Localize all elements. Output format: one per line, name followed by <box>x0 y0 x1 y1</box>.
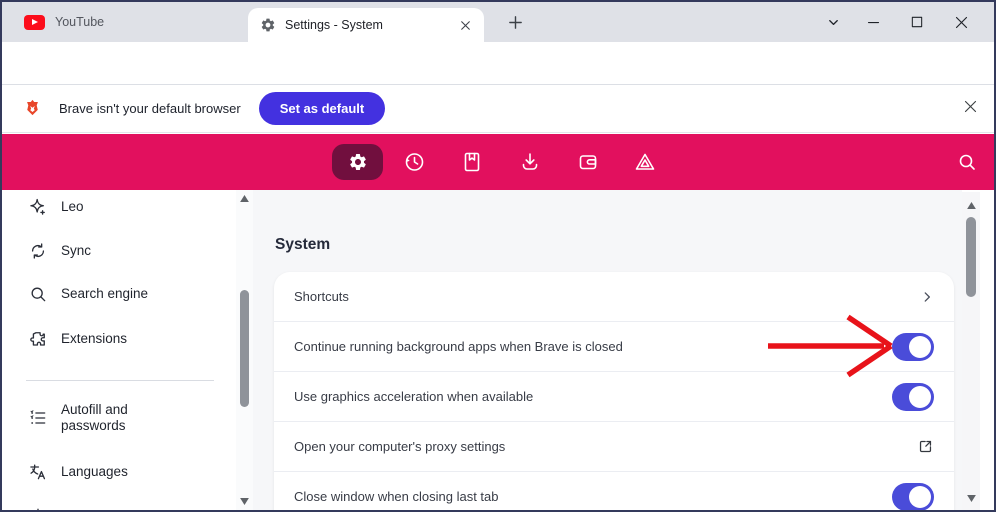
search-icon <box>28 284 48 304</box>
maximize-button[interactable] <box>897 2 937 42</box>
wallet-icon[interactable] <box>576 150 600 174</box>
scroll-down-icon[interactable] <box>962 495 980 502</box>
sidebar-divider <box>26 380 214 381</box>
tab-close-icon[interactable] <box>459 19 472 32</box>
window-close-button[interactable] <box>941 2 981 42</box>
sidebar-item-languages[interactable]: Languages <box>28 462 228 482</box>
settings-header <box>2 134 994 190</box>
settings-nav-settings-selected[interactable] <box>332 144 383 180</box>
new-tab-button[interactable] <box>507 14 524 31</box>
minimize-button[interactable] <box>853 2 893 42</box>
settings-content: System Shortcuts Continue running backgr… <box>253 190 962 510</box>
close-window-toggle[interactable] <box>892 482 934 510</box>
default-browser-infobar: Brave isn't your default browser Set as … <box>2 85 994 133</box>
puzzle-icon <box>28 329 48 349</box>
row-close-window-last-tab[interactable]: Close window when closing last tab <box>274 472 954 510</box>
translate-icon <box>28 462 48 482</box>
toggle-knob <box>909 385 931 408</box>
tab-youtube[interactable]: YouTube <box>18 2 110 42</box>
row-graphics-acceleration[interactable]: Use graphics acceleration when available <box>274 372 954 422</box>
toggle-knob <box>909 335 931 358</box>
page-title: System <box>275 236 331 253</box>
sidebar-item-search-engine[interactable]: Search engine <box>28 284 228 304</box>
settings-sidebar: Leo Sync Search engine Extensions Autofi… <box>2 190 236 510</box>
chevron-right-icon[interactable] <box>920 290 934 304</box>
download-icon <box>28 506 48 510</box>
checklist-icon <box>28 408 48 428</box>
youtube-icon <box>24 14 45 30</box>
scrollbar-thumb[interactable] <box>240 290 249 407</box>
rewards-triangle-icon[interactable] <box>633 150 657 174</box>
bookmarks-icon[interactable] <box>460 150 484 174</box>
sync-icon <box>28 241 48 261</box>
tab-label: YouTube <box>55 15 105 29</box>
gear-icon <box>260 17 276 33</box>
system-settings-card: Shortcuts Continue running background ap… <box>274 272 954 510</box>
downloads-icon[interactable] <box>518 150 542 174</box>
infobar-message: Brave isn't your default browser <box>59 101 241 116</box>
settings-search-icon[interactable] <box>955 150 979 174</box>
history-icon[interactable] <box>402 150 426 174</box>
toggle-knob <box>909 485 931 508</box>
browser-window: YouTube Settings - System Brave isn't yo… <box>0 0 996 512</box>
tab-label: Settings - System <box>285 18 383 32</box>
scroll-up-icon[interactable] <box>236 195 253 202</box>
sidebar-item-downloads[interactable]: Downloads <box>28 506 228 510</box>
row-shortcuts[interactable]: Shortcuts <box>274 272 954 322</box>
navigation-bar: Brave brave://settings/system 1 <box>2 42 994 119</box>
background-apps-toggle[interactable] <box>892 332 934 361</box>
content-scrollbar[interactable] <box>962 192 980 510</box>
scrollbar-thumb[interactable] <box>966 217 976 297</box>
tab-strip: YouTube Settings - System <box>2 2 994 42</box>
external-link-icon[interactable] <box>917 438 934 455</box>
tab-search-chevron-icon[interactable] <box>813 2 853 42</box>
scroll-down-icon[interactable] <box>236 498 253 505</box>
graphics-acceleration-toggle[interactable] <box>892 382 934 411</box>
sidebar-item-sync[interactable]: Sync <box>28 241 228 261</box>
brave-lion-icon <box>22 98 43 119</box>
infobar-close-icon[interactable] <box>963 99 978 114</box>
row-background-apps[interactable]: Continue running background apps when Br… <box>274 322 954 372</box>
leo-sparkle-icon <box>28 197 48 217</box>
tab-settings-system[interactable]: Settings - System <box>248 8 484 42</box>
sidebar-item-autofill[interactable]: Autofill and passwords <box>28 402 228 433</box>
sidebar-item-extensions[interactable]: Extensions <box>28 329 228 349</box>
set-as-default-button[interactable]: Set as default <box>258 92 386 125</box>
sidebar-scrollbar[interactable] <box>236 190 253 510</box>
row-proxy-settings[interactable]: Open your computer's proxy settings <box>274 422 954 472</box>
sidebar-item-leo[interactable]: Leo <box>28 197 228 217</box>
scroll-up-icon[interactable] <box>962 202 980 209</box>
